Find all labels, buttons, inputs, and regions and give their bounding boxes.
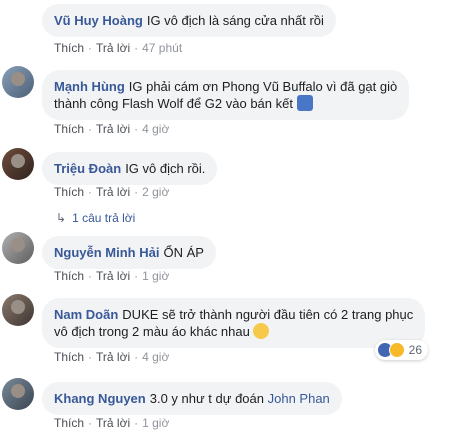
- comment-time[interactable]: 4 giờ: [142, 350, 169, 364]
- comment-time[interactable]: 1 giờ: [142, 269, 169, 283]
- avatar[interactable]: [2, 66, 34, 98]
- comment-actions: Thích · Trả lời · 47 phút: [54, 41, 183, 55]
- comment-text-line1: IG phải cám ơn Phong Vũ Buffalo vì đã gạ…: [128, 79, 398, 94]
- comment-author[interactable]: Vũ Huy Hoàng: [54, 13, 143, 28]
- reply-link[interactable]: Trả lời: [96, 269, 130, 283]
- like-link[interactable]: Thích: [54, 185, 84, 199]
- comment-author[interactable]: Nguyễn Minh Hải: [54, 245, 159, 260]
- reply-link[interactable]: Trả lời: [96, 416, 130, 430]
- reaction-summary[interactable]: 26: [374, 340, 428, 360]
- comment-text-line2: vô địch trong 2 màu áo khác nhau: [54, 324, 250, 339]
- reply-link[interactable]: Trả lời: [96, 185, 130, 199]
- reply-link[interactable]: Trả lời: [96, 122, 130, 136]
- comment-actions: Thích · Trả lời · 2 giờ: [54, 185, 170, 199]
- reply-link[interactable]: Trả lời: [96, 350, 130, 364]
- like-link[interactable]: Thích: [54, 350, 84, 364]
- comment-time[interactable]: 4 giờ: [142, 122, 169, 136]
- comment-bubble: Vũ Huy Hoàng IG vô địch là sáng cửa nhất …: [42, 4, 336, 37]
- like-link[interactable]: Thích: [54, 122, 84, 136]
- comment-text: IG vô địch là sáng cửa nhất rồi: [146, 13, 324, 28]
- comment-author[interactable]: Khang Nguyen: [54, 391, 146, 406]
- comment-author[interactable]: Triệu Đoàn: [54, 161, 121, 176]
- comment-time[interactable]: 1 giờ: [142, 416, 169, 430]
- thumbs-up-icon: [296, 95, 313, 111]
- comment-actions: Thích · Trả lời · 4 giờ: [54, 350, 170, 364]
- reaction-count: 26: [408, 343, 422, 357]
- like-link[interactable]: Thích: [54, 269, 84, 283]
- haha-reaction-icon: [388, 342, 405, 358]
- comment-author[interactable]: Nam Doãn: [54, 307, 118, 322]
- avatar[interactable]: [2, 378, 34, 410]
- comment-text: IG vô địch rồi.: [125, 161, 206, 176]
- replies-count[interactable]: 1 câu trả lời: [72, 211, 135, 225]
- comment-text: 3.0 y như t dự đoán: [149, 391, 264, 406]
- comment-bubble: Khang Nguyen 3.0 y như t dự đoán John Pha…: [42, 382, 342, 415]
- avatar[interactable]: [2, 232, 34, 264]
- like-link[interactable]: Thích: [54, 416, 84, 430]
- comment-bubble: Triệu Đoàn IG vô địch rồi.: [42, 152, 218, 185]
- reply-arrow-icon: ↳: [56, 211, 67, 225]
- comment-time[interactable]: 2 giờ: [142, 185, 169, 199]
- laughing-face-icon: [253, 323, 270, 339]
- comment-text-line1: DUKE sẽ trở thành người đầu tiên có 2 tr…: [122, 307, 414, 322]
- comment-bubble: Nam Doãn DUKE sẽ trở thành người đầu tiên…: [42, 298, 426, 348]
- avatar[interactable]: [2, 148, 34, 180]
- comment-text-line2: thành công Flash Wolf để G2 vào bán kết: [54, 96, 293, 111]
- mention-link[interactable]: John Phan: [268, 391, 330, 406]
- comment-actions: Thích · Trả lời · 1 giờ: [54, 416, 170, 430]
- comment-actions: Thích · Trả lời · 1 giờ: [54, 269, 170, 283]
- avatar[interactable]: [2, 294, 34, 326]
- comment-author[interactable]: Mạnh Hùng: [54, 79, 125, 94]
- comment-bubble: Mạnh Hùng IG phải cám ơn Phong Vũ Buffalo…: [42, 70, 410, 120]
- comment-actions: Thích · Trả lời · 4 giờ: [54, 122, 170, 136]
- like-link[interactable]: Thích: [54, 41, 84, 55]
- comment-text: ỔN ÁP: [163, 245, 204, 260]
- reply-link[interactable]: Trả lời: [96, 41, 130, 55]
- comment-time[interactable]: 47 phút: [142, 41, 182, 55]
- comment-bubble: Nguyễn Minh Hải ỔN ÁP: [42, 236, 216, 269]
- view-replies-link[interactable]: ↳ 1 câu trả lời: [56, 211, 135, 225]
